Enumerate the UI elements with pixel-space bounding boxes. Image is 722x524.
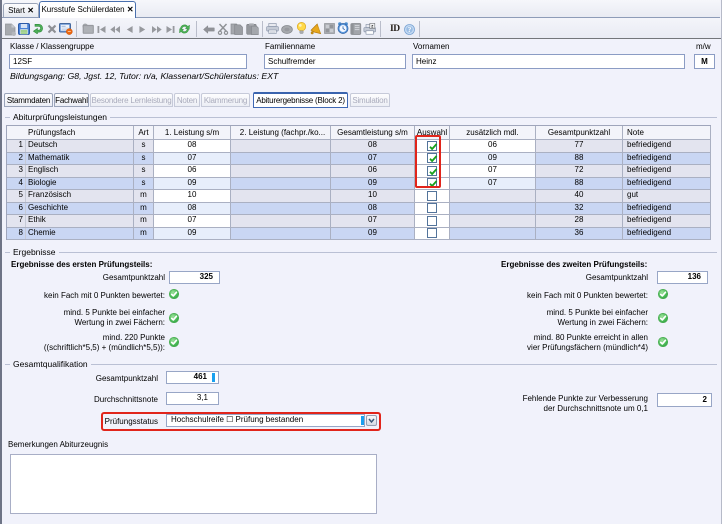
svg-text:?: ? xyxy=(407,25,411,34)
